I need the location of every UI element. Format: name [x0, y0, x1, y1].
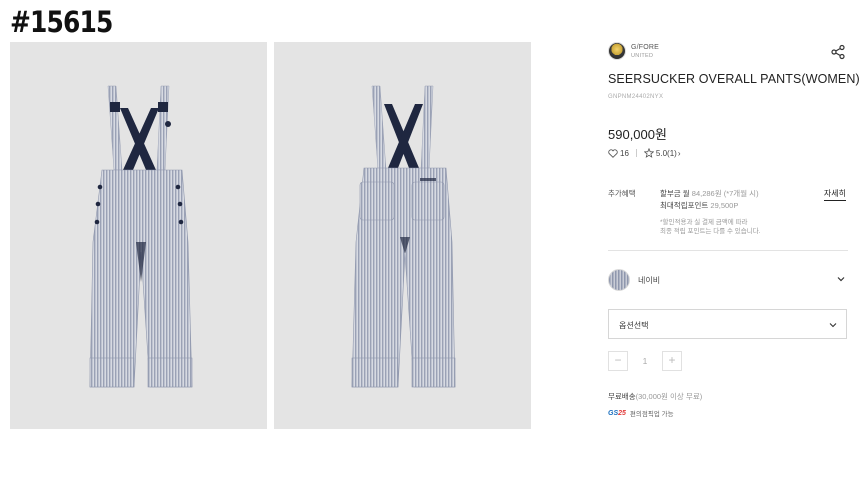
points-info: 최대적립포인트 29,500P: [660, 200, 738, 211]
pants-front-illustration: [89, 85, 193, 388]
brand-logo[interactable]: [608, 42, 626, 60]
brand-name[interactable]: G/FORE: [631, 44, 659, 51]
section-divider: [608, 250, 848, 251]
gs25-logo-25: 25: [618, 409, 626, 417]
benefit-label: 추가혜택: [608, 189, 636, 198]
product-stats: 16 5.0(1) ›: [608, 147, 680, 159]
chevron-down-icon: [829, 323, 837, 328]
pickup-text: 편의점픽업 가능: [629, 411, 674, 418]
installment-info: 할부금 월 84,286원 (*7개월 시): [660, 188, 759, 199]
points-note-line2: 최종 적립 포인트는 다를 수 있습니다.: [660, 228, 761, 235]
option-select-label: 옵션선택: [619, 321, 649, 330]
pants-back-illustration: [351, 85, 456, 388]
benefit-detail-link[interactable]: 자세히: [823, 188, 846, 201]
share-icon[interactable]: [830, 44, 846, 60]
review-rating-link[interactable]: 5.0(1): [656, 149, 677, 158]
store-pickup-info: GS25 편의점픽업 가능: [608, 408, 674, 419]
brand-subtitle: UNITED: [631, 53, 654, 59]
gs25-logo: GS25: [608, 410, 626, 417]
product-image-front[interactable]: [10, 42, 267, 429]
stats-divider: [635, 149, 637, 157]
heart-icon[interactable]: [608, 148, 618, 158]
points-label: 최대적립포인트: [660, 201, 709, 210]
like-count: 16: [620, 148, 629, 158]
post-id-overlay: #15615: [10, 5, 113, 39]
quantity-value[interactable]: 1: [628, 351, 662, 371]
star-icon: [643, 148, 654, 158]
shipping-condition: (30,000원 이상 무료): [635, 392, 703, 401]
product-code: GNPNM24402NYX: [608, 94, 664, 100]
gs25-logo-gs: GS: [608, 409, 619, 417]
color-option-selector[interactable]: 네이비: [608, 268, 848, 292]
shipping-label: 무료배송: [608, 392, 636, 401]
brand-header: G/FORE UNITED: [608, 42, 848, 62]
option-select-dropdown[interactable]: 옵션선택: [608, 309, 847, 339]
chevron-down-icon[interactable]: [836, 274, 846, 284]
quantity-decrease-button[interactable]: −: [608, 351, 628, 371]
installment-amount: 84,286원 (*7개월 시): [691, 189, 759, 198]
shipping-info: 무료배송(30,000원 이상 무료): [608, 391, 702, 402]
color-swatch[interactable]: [608, 269, 630, 291]
product-title: SEERSUCKER OVERALL PANTS(WOMEN): [608, 72, 860, 86]
quantity-stepper: − 1 +: [608, 351, 684, 371]
installment-label: 할부금 월: [660, 189, 690, 198]
product-price: 590,000원: [608, 127, 667, 142]
chevron-right-icon[interactable]: ›: [678, 149, 681, 158]
color-name: 네이비: [638, 276, 661, 285]
product-image-back[interactable]: [274, 42, 531, 429]
points-amount: 29,500P: [710, 201, 739, 210]
quantity-increase-button[interactable]: +: [662, 351, 682, 371]
